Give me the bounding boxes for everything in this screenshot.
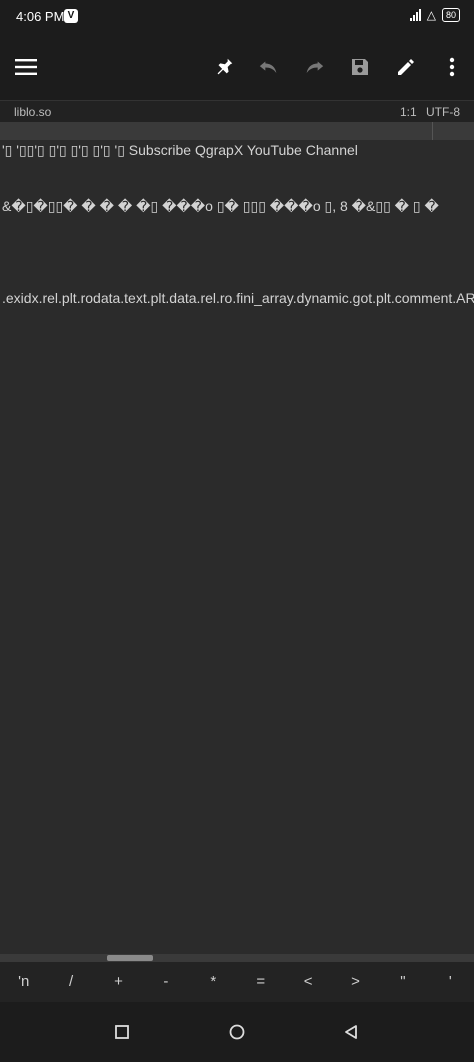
system-nav-bar (0, 1002, 474, 1062)
editor-toolbar (0, 34, 474, 100)
battery-icon: 80 (441, 8, 460, 22)
symbol-key[interactable]: > (332, 962, 379, 1002)
signal-icon (409, 9, 421, 21)
editor-line: .exidx.rel.plt.rodata.text.plt.data.rel.… (2, 290, 474, 306)
file-info-bar: liblo.so 1:1 UTF-8 (0, 100, 474, 123)
status-bar: 4:06 PM V △ 80 (0, 0, 474, 34)
symbol-key[interactable]: / (47, 962, 94, 1002)
scrollbar-thumb[interactable] (107, 955, 153, 961)
file-name: liblo.so (14, 105, 52, 119)
more-vert-icon[interactable] (436, 51, 468, 83)
cursor-encoding-info[interactable]: 1:1 UTF-8 (400, 105, 460, 119)
data-icon: △ (426, 8, 436, 22)
editor-line: '▯ '▯▯'▯ ▯'▯ ▯'▯ ▯'▯ '▯ Subscribe QgrapX… (2, 142, 358, 158)
symbol-key[interactable]: * (190, 962, 237, 1002)
home-circle-icon[interactable] (225, 1020, 249, 1044)
symbol-key[interactable]: + (95, 962, 142, 1002)
cursor-position: 1:1 (399, 105, 417, 119)
ruler-mark (432, 122, 433, 140)
undo-icon[interactable] (253, 51, 285, 83)
recents-square-icon[interactable] (110, 1020, 134, 1044)
text-editor-area[interactable]: '▯ '▯▯'▯ ▯'▯ ▯'▯ ▯'▯ '▯ Subscribe QgrapX… (0, 140, 474, 954)
save-icon[interactable] (344, 51, 376, 83)
edit-icon[interactable] (390, 51, 422, 83)
status-time: 4:06 PM (16, 9, 65, 24)
symbol-key[interactable]: = (237, 962, 284, 1002)
back-triangle-icon[interactable] (339, 1020, 363, 1044)
symbol-key[interactable]: < (284, 962, 331, 1002)
symbol-key[interactable]: " (379, 962, 426, 1002)
ruler-bar (0, 122, 474, 140)
encoding-label: UTF-8 (426, 105, 460, 119)
horizontal-scrollbar[interactable] (0, 954, 474, 962)
editor-line: &�▯�▯▯� � � � �▯ ���o ▯� ▯▯▯ ���o ▯, 8 �… (2, 198, 439, 214)
pin-icon[interactable] (208, 51, 240, 83)
redo-icon[interactable] (298, 51, 330, 83)
symbol-bar: 'n / + - * = < > " ' (0, 962, 474, 1002)
symbol-key[interactable]: - (142, 962, 189, 1002)
app-notification-icon: V (64, 9, 78, 23)
status-indicators: △ 80 (409, 8, 460, 22)
symbol-key[interactable]: ' (427, 962, 474, 1002)
menu-icon[interactable] (10, 51, 42, 83)
symbol-key[interactable]: 'n (0, 962, 47, 1002)
